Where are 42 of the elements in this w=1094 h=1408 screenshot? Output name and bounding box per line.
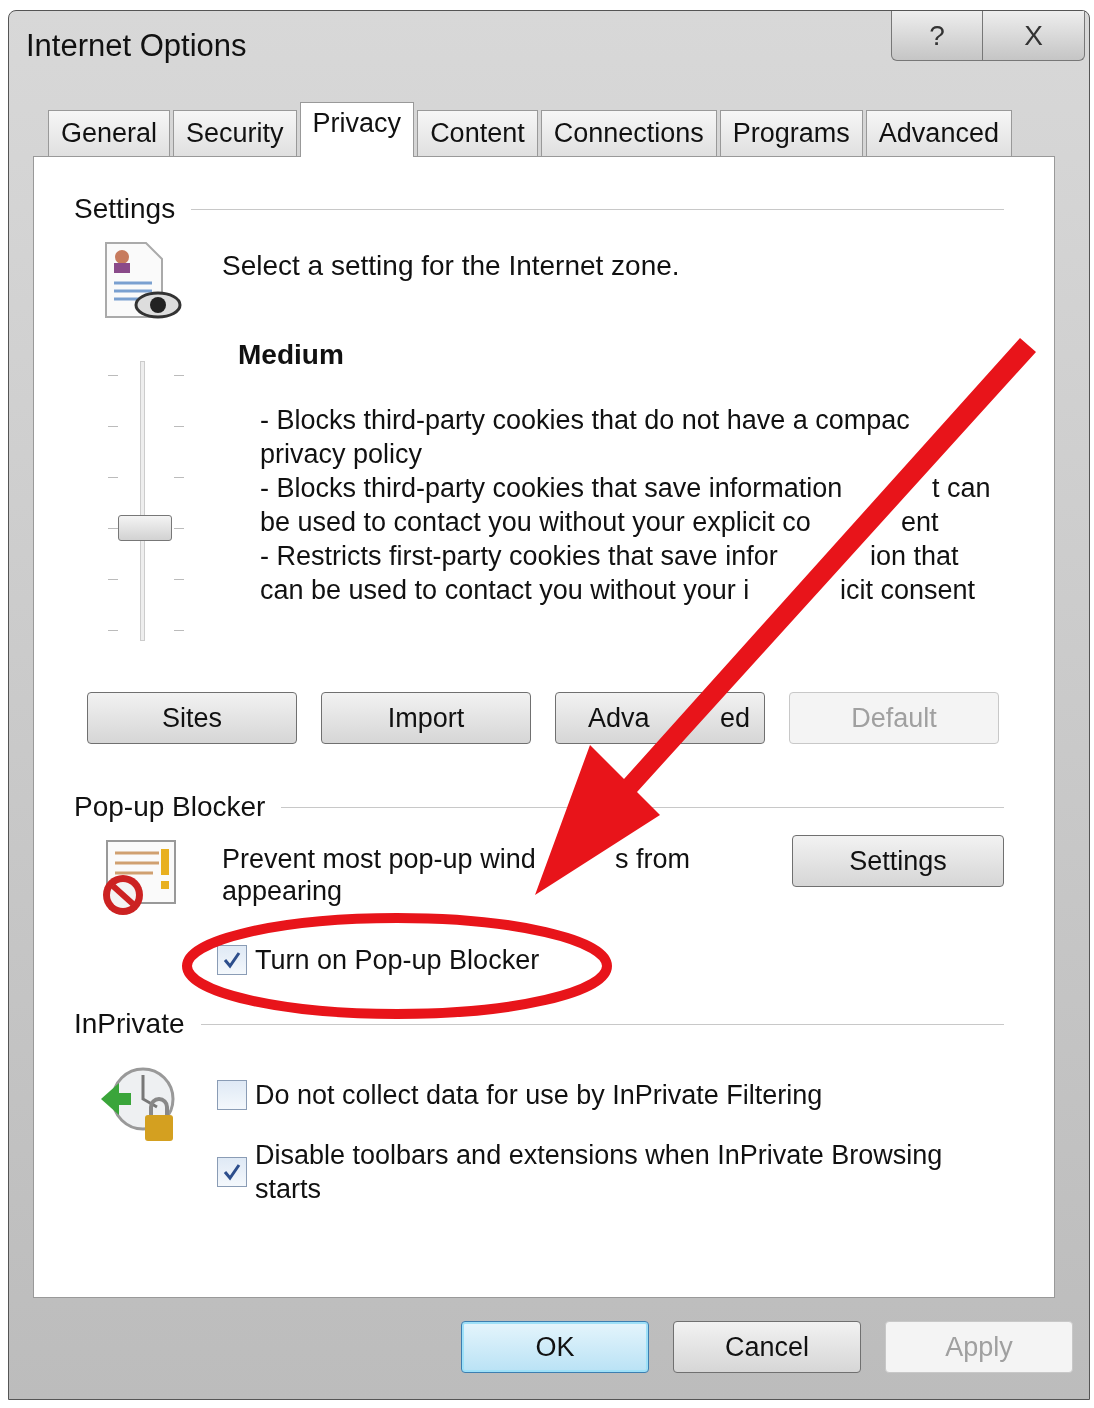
settings-heading: Settings [74,195,176,223]
popup-settings-button[interactable]: Settings [792,835,1004,887]
import-button[interactable]: Import [321,692,531,744]
zone-instruction: Select a setting for the Internet zone. [222,250,680,282]
popup-text: appearing [222,875,344,907]
policy-text: t can [932,473,991,503]
policy-text: ion that [870,541,959,571]
popup-blocker-heading: Pop-up Blocker [74,793,266,821]
privacy-document-icon [102,241,182,321]
popup-text: Prevent most pop-up wind [222,844,536,874]
tab[interactable]: General [48,110,171,156]
tab[interactable]: Connections [540,110,717,156]
policy-text: - Blocks third-party cookies that do not have a compac [260,405,910,435]
policy-text: - Blocks third-party cookies that save information [260,473,843,503]
checkbox[interactable] [217,1157,247,1187]
ok-button[interactable]: OK [461,1321,649,1373]
checkbox[interactable] [217,945,247,975]
window-title: Internet Options [26,29,247,63]
policy-text: be used to contact you without your explicit co [260,507,811,537]
cancel-button[interactable]: Cancel [673,1321,861,1373]
sites-button[interactable]: Sites [87,692,297,744]
help-button[interactable]: ? [891,11,983,61]
close-button[interactable]: X [983,11,1085,61]
tab[interactable]: Security [173,110,297,156]
policy-text: privacy policy [260,439,423,469]
popup-text: s from [615,844,690,874]
inprivate-heading: InPrivate [74,1010,185,1038]
privacy-level-name: Medium [238,339,345,371]
tab[interactable]: Privacy [299,102,415,157]
checkmark-icon [222,950,242,970]
policy-text: ent [901,507,939,537]
policy-text: - Restricts first-party cookies that save infor [260,541,778,571]
checkbox-label: Do not collect data for use by InPrivate Filtering [255,1079,824,1112]
checkbox[interactable] [217,1080,247,1110]
policy-text: can be used to contact you without your i [260,575,750,605]
checkbox-label: Disable toolbars and extensions when InPrivate Browsing starts [255,1139,944,1206]
tab[interactable]: Content [417,110,538,156]
tab[interactable]: Advanced [865,110,1012,156]
checkmark-icon [222,1162,242,1182]
checkbox-label: Turn on Pop-up Blocker [255,944,540,977]
tab[interactable]: Programs [719,110,863,156]
policy-text: icit consent [840,575,976,605]
